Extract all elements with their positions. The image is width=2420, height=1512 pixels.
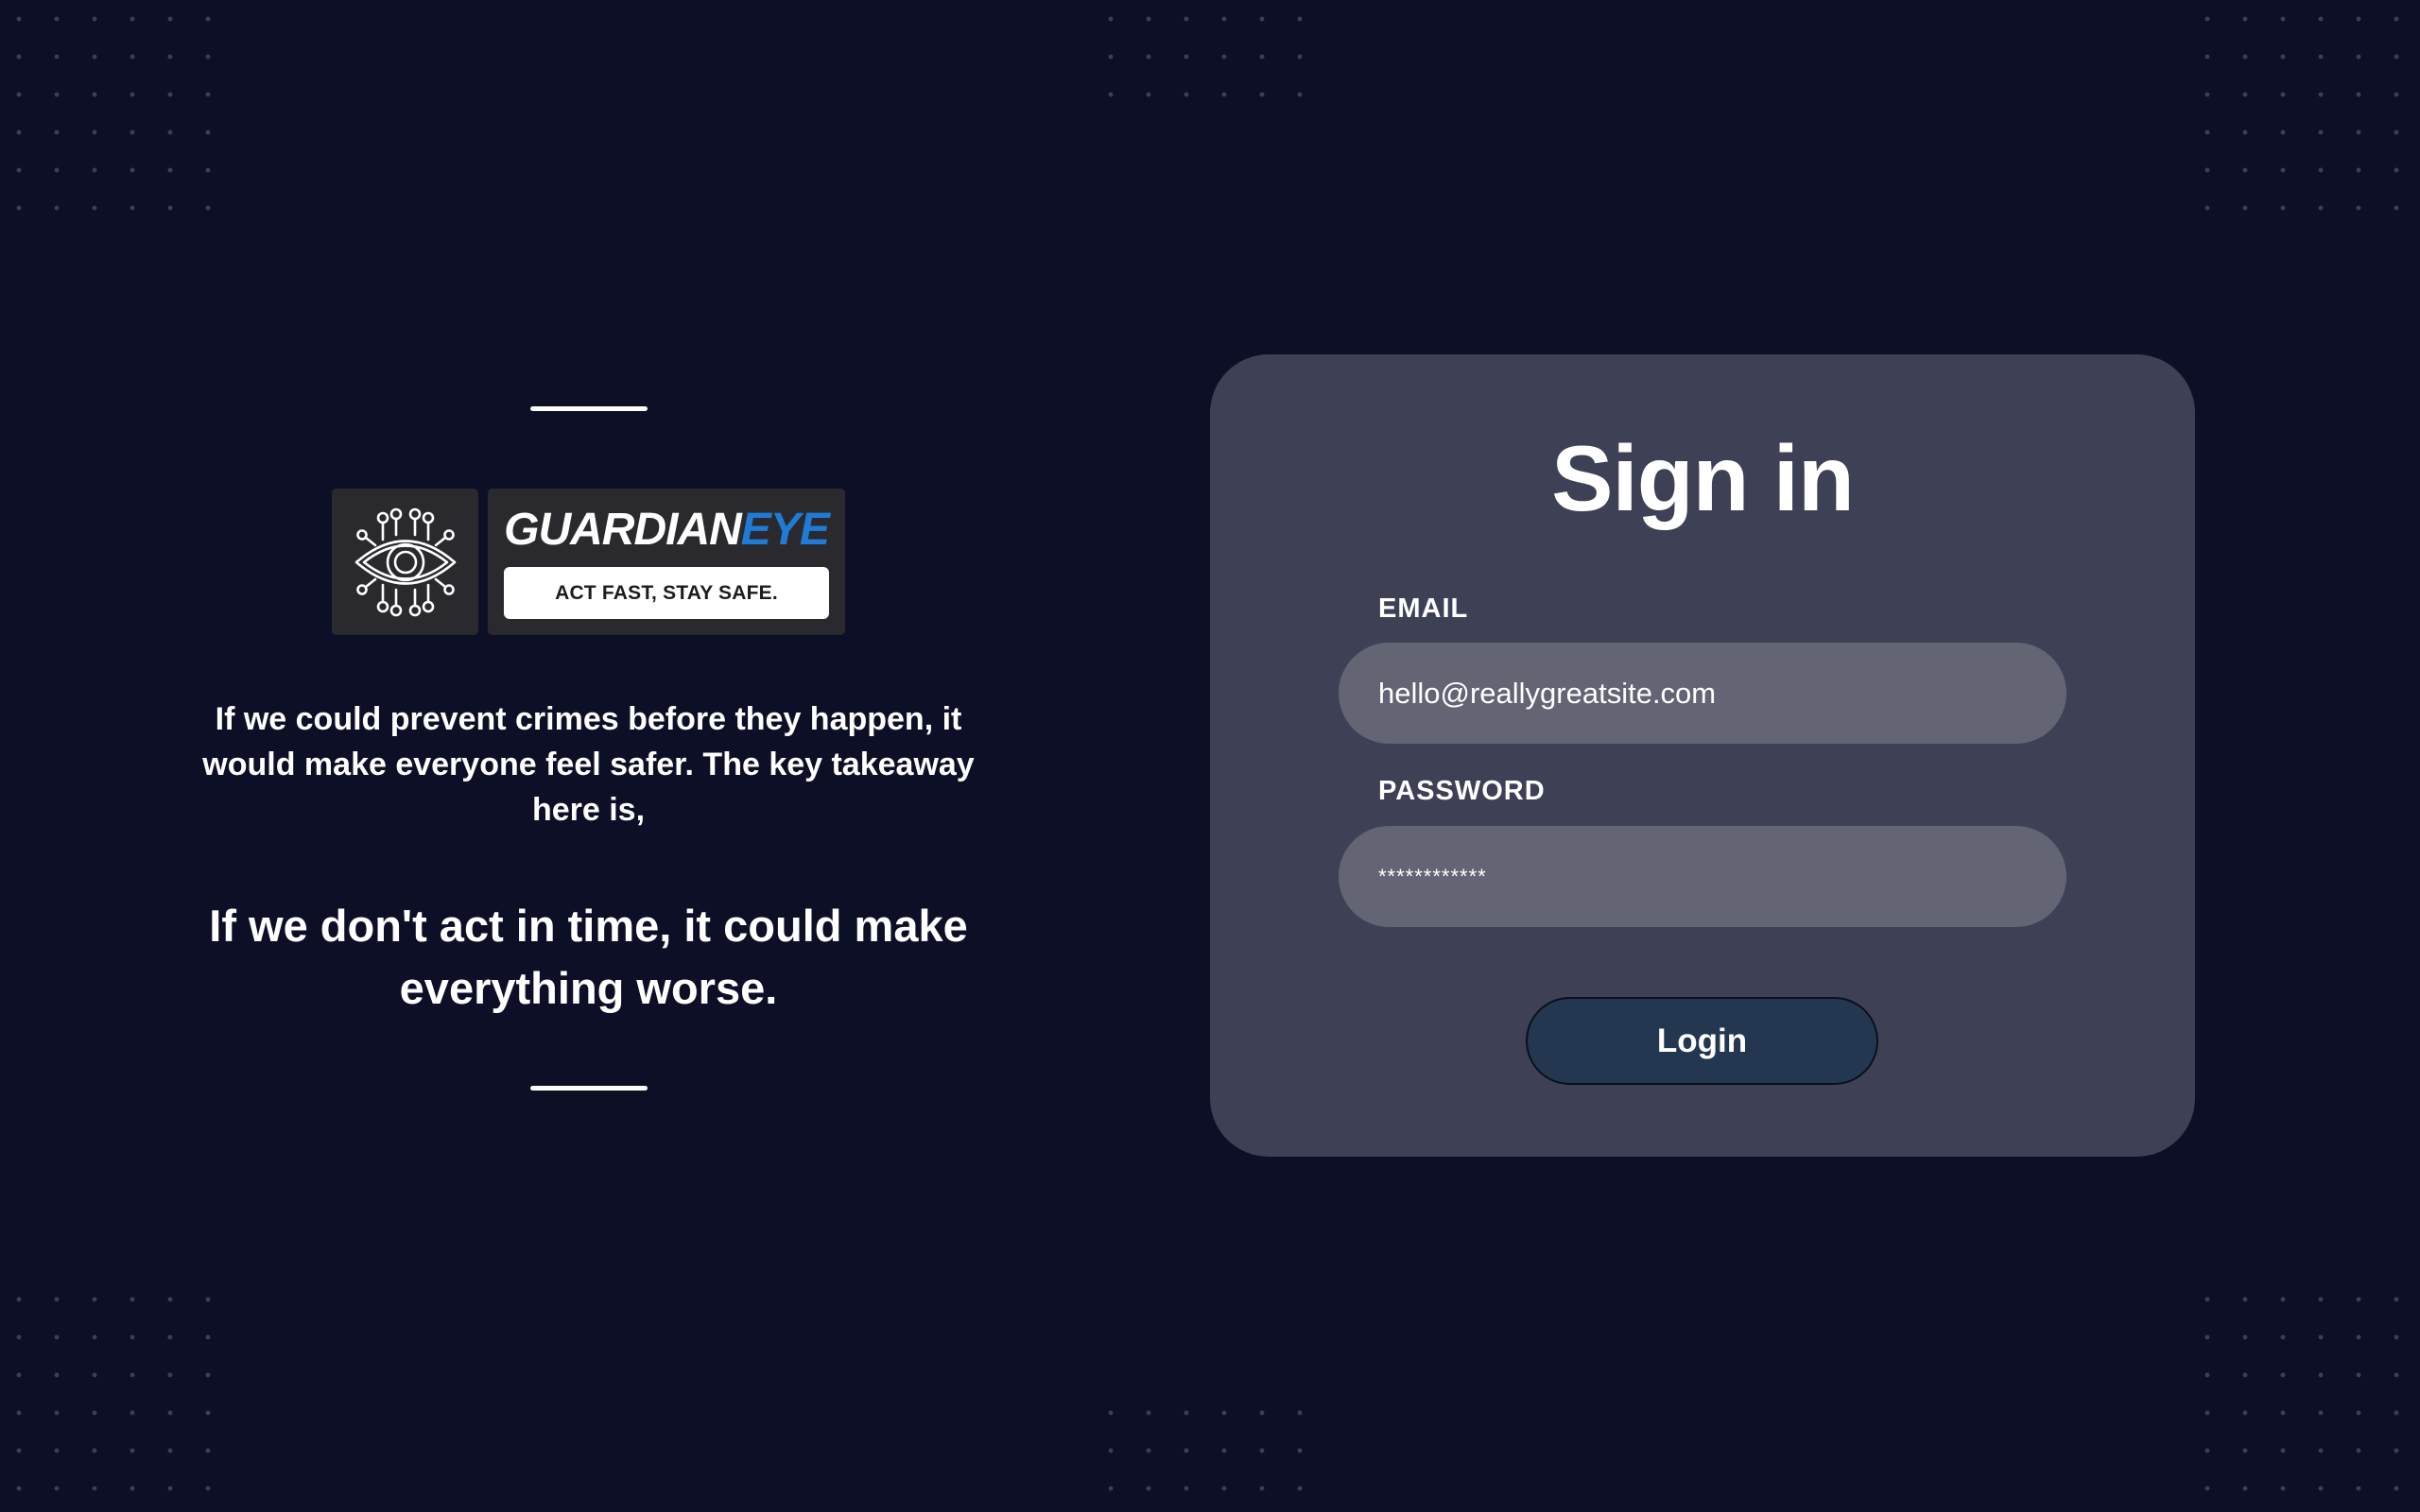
- email-field[interactable]: hello@reallygreatsite.com: [1339, 643, 2066, 744]
- logo-wordmark: GUARDIANEYE ACT FAST, STAY SAFE.: [488, 489, 845, 635]
- dot-pattern-bottom-left: [0, 1280, 232, 1512]
- emphasis-text: If we don't act in time, it could make e…: [209, 901, 968, 1013]
- circuit-eye-icon: [332, 489, 478, 635]
- divider-top: [529, 406, 648, 411]
- dot-pattern-top-right: [2188, 0, 2420, 232]
- brand-name: GUARDIANEYE: [504, 505, 830, 555]
- password-label: PASSWORD: [1378, 776, 1546, 806]
- login-button[interactable]: Login: [1526, 997, 1878, 1085]
- dot-pattern-bottom-right: [2188, 1280, 2420, 1512]
- signin-card: Sign in EMAIL hello@reallygreatsite.com …: [1210, 354, 2195, 1157]
- intro-panel: GUARDIANEYE ACT FAST, STAY SAFE. If we c…: [170, 406, 1007, 1091]
- brand-tagline: ACT FAST, STAY SAFE.: [504, 567, 829, 619]
- signin-title: Sign in: [1551, 426, 1855, 530]
- dot-pattern-top-center: [1092, 0, 1328, 118]
- brand-name-part2: EYE: [740, 505, 830, 555]
- email-label: EMAIL: [1378, 593, 1469, 624]
- divider-bottom: [529, 1086, 648, 1091]
- dot-pattern-bottom-center: [1092, 1394, 1328, 1512]
- password-field[interactable]: ************: [1339, 826, 2066, 927]
- dot-pattern-top-left: [0, 0, 232, 232]
- intro-text: If we could prevent crimes before they h…: [202, 701, 975, 828]
- guardianeye-logo: GUARDIANEYE ACT FAST, STAY SAFE.: [170, 489, 1007, 635]
- brand-name-part1: GUARDIAN: [504, 505, 742, 555]
